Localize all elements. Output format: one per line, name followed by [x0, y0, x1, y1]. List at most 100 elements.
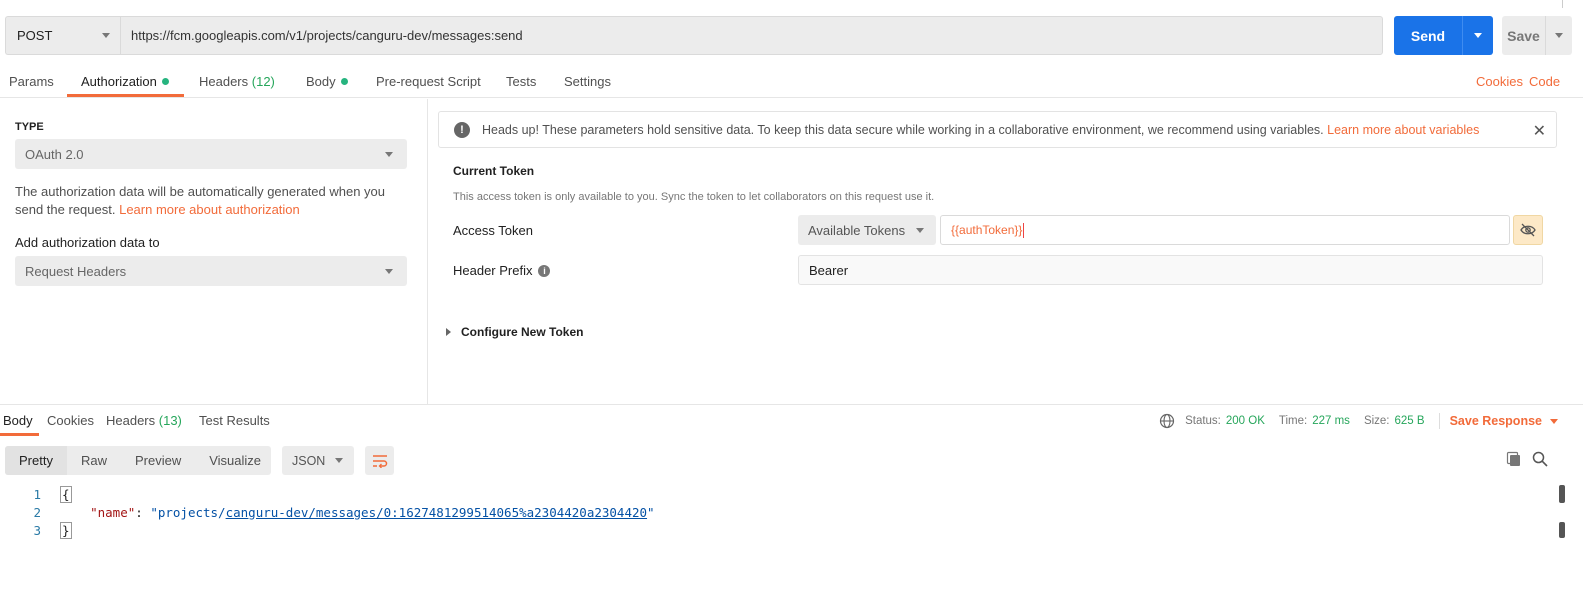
response-status-area: Status: 200 OK Time: 227 ms Size: 625 B … [1159, 413, 1558, 429]
code-content: } [41, 521, 72, 539]
url-input[interactable]: https://fcm.googleapis.com/v1/projects/c… [120, 16, 1383, 55]
response-view-toggle: Pretty Raw Preview Visualize [5, 446, 271, 475]
type-label: TYPE [15, 121, 44, 133]
header-prefix-label-row: Header Prefix i [453, 263, 551, 278]
chevron-right-icon [446, 328, 451, 336]
save-label[interactable]: Save [1502, 16, 1546, 55]
learn-more-auth-link[interactable]: Learn more about authorization [119, 202, 300, 217]
json-string-suffix: " [647, 504, 655, 520]
tab-authorization-label: Authorization [81, 74, 157, 89]
chevron-down-icon [916, 227, 924, 233]
code-content: { [41, 485, 72, 503]
scrollbar-marker[interactable] [1559, 522, 1565, 538]
configure-new-token-toggle[interactable]: Configure New Token [446, 325, 583, 339]
status-label: Status: [1185, 415, 1221, 427]
warning-icon: ! [454, 121, 470, 138]
view-raw-button[interactable]: Raw [67, 446, 121, 475]
available-tokens-select[interactable]: Available Tokens [798, 215, 936, 245]
tab-prerequest-script[interactable]: Pre-request Script [376, 74, 481, 89]
access-token-value: {{authToken}} [951, 223, 1023, 237]
add-auth-to-select[interactable]: Request Headers [15, 256, 407, 286]
response-headers-count: (13) [158, 413, 182, 428]
send-button[interactable]: Send [1394, 16, 1493, 55]
format-select[interactable]: JSON [282, 446, 354, 475]
chevron-down-icon [385, 268, 393, 274]
active-tab-indicator [67, 94, 184, 97]
status-dot [161, 78, 169, 85]
auth-description: The authorization data will be automatic… [15, 183, 415, 219]
code-line: 1 { [0, 485, 1553, 503]
toggle-visibility-button[interactable] [1513, 215, 1543, 245]
view-pretty-button[interactable]: Pretty [5, 446, 67, 475]
send-options-button[interactable] [1463, 16, 1493, 55]
info-icon[interactable]: i [538, 264, 551, 277]
auth-type-select[interactable]: OAuth 2.0 [15, 139, 407, 169]
wrap-lines-icon [372, 454, 387, 468]
code-link[interactable]: Code [1529, 74, 1560, 89]
format-value: JSON [292, 453, 326, 468]
chevron-down-icon [385, 151, 393, 157]
response-headers-label: Headers [106, 413, 156, 428]
tab-body[interactable]: Body [306, 74, 348, 89]
response-tab-headers[interactable]: Headers (13) [106, 413, 182, 428]
chevron-down-icon [1474, 33, 1482, 38]
wrap-lines-button[interactable] [365, 446, 394, 475]
save-options-button[interactable] [1546, 16, 1572, 55]
chevron-down-icon [102, 33, 110, 38]
configure-new-token-label: Configure New Token [461, 325, 584, 339]
current-token-description: This access token is only available to y… [453, 191, 935, 203]
status-value: 200 OK [1225, 415, 1265, 427]
json-colon: : [135, 504, 151, 520]
tab-tests[interactable]: Tests [506, 74, 536, 89]
response-tab-test-results[interactable]: Test Results [199, 413, 270, 428]
response-tab-cookies[interactable]: Cookies [47, 413, 94, 428]
method-label: POST [17, 28, 53, 43]
search-icon[interactable] [1532, 451, 1548, 467]
json-brace: } [60, 521, 72, 539]
view-preview-button[interactable]: Preview [121, 446, 195, 475]
globe-icon[interactable] [1159, 413, 1175, 429]
size-label: Size: [1363, 415, 1390, 427]
code-content: "name": "projects/canguru-dev/messages/0… [41, 504, 655, 520]
request-bar: POST https://fcm.googleapis.com/v1/proje… [5, 16, 1572, 55]
divider [1438, 413, 1440, 429]
tab-settings[interactable]: Settings [564, 74, 611, 89]
access-token-label: Access Token [453, 223, 533, 238]
time-label: Time: [1278, 415, 1308, 427]
sensitive-data-banner: ! Heads up! These parameters hold sensit… [438, 111, 1557, 148]
tab-body-label: Body [306, 74, 336, 89]
banner-text: Heads up! These parameters hold sensitiv… [482, 122, 1324, 137]
line-number: 3 [33, 522, 41, 538]
time-value: 227 ms [1312, 415, 1350, 427]
close-icon[interactable]: ✕ [1533, 121, 1546, 141]
json-string-link[interactable]: canguru-dev/messages/0:1627481299514065%… [226, 505, 647, 520]
send-label[interactable]: Send [1394, 16, 1463, 55]
tab-authorization[interactable]: Authorization [81, 74, 169, 89]
method-select[interactable]: POST [5, 16, 120, 55]
add-auth-to-label: Add authorization data to [15, 235, 160, 250]
save-response-button[interactable]: Save Response [1450, 414, 1558, 428]
copy-icon[interactable] [1506, 451, 1522, 467]
learn-more-variables-link[interactable]: Learn more about variables [1327, 123, 1479, 137]
code-line: 2 "name": "projects/canguru-dev/messages… [0, 503, 1553, 521]
json-key: "name" [90, 504, 136, 520]
current-token-title: Current Token [453, 164, 535, 178]
eye-off-icon [1520, 223, 1536, 237]
tab-params[interactable]: Params [9, 74, 54, 89]
response-body-editor[interactable]: 1 { 2 "name": "projects/canguru-dev/mess… [0, 485, 1553, 539]
header-prefix-label: Header Prefix [453, 263, 533, 278]
scrollbar-marker[interactable] [1559, 485, 1565, 503]
cookies-link[interactable]: Cookies [1476, 74, 1523, 89]
chevron-down-icon [1550, 418, 1558, 424]
response-tab-body[interactable]: Body [3, 413, 33, 428]
request-tabs: Params Authorization Headers (12) Body P… [0, 62, 1583, 98]
save-button[interactable]: Save [1502, 16, 1572, 55]
tab-headers[interactable]: Headers (12) [199, 74, 275, 89]
chevron-down-icon [1555, 33, 1563, 38]
auth-type-panel: TYPE OAuth 2.0 The authorization data wi… [0, 99, 428, 404]
view-visualize-button[interactable]: Visualize [195, 446, 275, 475]
code-line: 3 } [0, 521, 1553, 539]
header-prefix-input[interactable]: Bearer [798, 255, 1543, 285]
line-number: 2 [33, 504, 41, 520]
access-token-input[interactable]: {{authToken}} [940, 215, 1510, 245]
